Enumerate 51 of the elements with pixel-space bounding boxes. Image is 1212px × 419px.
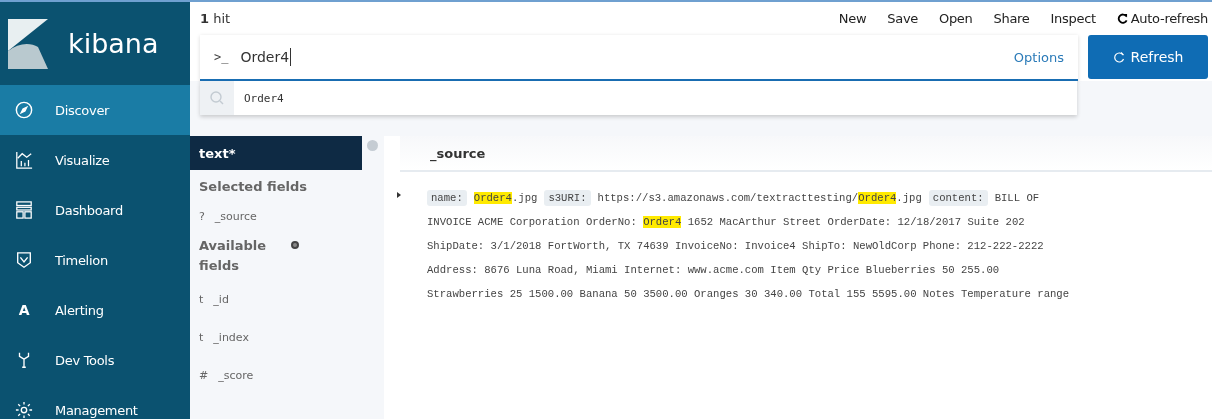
menu-link[interactable]: Save xyxy=(887,11,918,26)
compass-icon xyxy=(15,101,33,119)
index-pattern-header[interactable]: text* xyxy=(190,136,362,170)
menu-link[interactable]: Open xyxy=(939,11,973,26)
field-key: name: xyxy=(427,190,467,206)
nav-item[interactable]: Discover xyxy=(0,85,190,135)
expand-toggle-icon[interactable] xyxy=(397,192,401,198)
field-key: s3URI: xyxy=(544,190,591,206)
nav-item[interactable]: Timelion xyxy=(0,235,190,285)
logo-text: kibana xyxy=(68,28,159,59)
nav-item[interactable]: A Alerting xyxy=(0,285,190,335)
wrench-icon xyxy=(18,352,30,368)
section-heading: Available fields xyxy=(199,237,268,275)
chart-icon xyxy=(16,151,33,169)
prompt-icon: >_ xyxy=(214,50,229,64)
column-header: _source xyxy=(400,136,1212,172)
field-item[interactable]: # _score xyxy=(190,356,362,394)
field-item[interactable]: ? _source xyxy=(190,200,362,232)
source-text: .jpg xyxy=(896,192,922,204)
source-text: Strawberries 25 1500.00 Banana 50 3500.00 Oranges 30 340.00 Total 155 5595.00 Notes Temperature range xyxy=(427,288,1070,300)
source-text: BILL OF xyxy=(994,192,1040,204)
source-text: Address: 8676 Luna Road, Miami Internet: www.acme.com Item Qty Price Blueberries 50 255.00 xyxy=(427,264,1000,276)
highlight-match: Order4 xyxy=(473,192,512,204)
menu-link[interactable]: Inspect xyxy=(1050,11,1096,26)
highlight-match: Order4 xyxy=(858,192,897,204)
source-text: 1652 MacArthur Street OrderDate: 12/18/2017 Suite 202 xyxy=(686,216,1025,228)
refresh-icon xyxy=(1112,51,1125,63)
field-item[interactable]: t _index xyxy=(190,318,362,356)
highlight-match: Order4 xyxy=(643,216,682,228)
options-link[interactable]: Options xyxy=(1013,49,1064,65)
menu-link[interactable]: New xyxy=(838,11,867,26)
search-icon xyxy=(209,90,225,106)
refresh-button[interactable]: Refresh xyxy=(1088,35,1208,79)
nav-item[interactable]: Dev Tools xyxy=(0,335,190,385)
menu-link[interactable]: Share xyxy=(993,11,1030,26)
source-text: ShipDate: 3/1/2018 FortWorth, TX 74639 InvoiceNo: Invoice4 ShipTo: NewOldCorp Phone: 212-222-2222 xyxy=(427,240,1044,252)
nav-item[interactable]: Dashboard xyxy=(0,185,190,235)
letter-icon: A xyxy=(18,302,30,318)
dashboard-icon xyxy=(16,201,32,219)
refresh-icon xyxy=(1116,13,1128,24)
source-text: INVOICE ACME Corporation OrderNo: xyxy=(427,216,638,228)
auto-refresh-link[interactable]: Auto-refresh xyxy=(1116,11,1208,26)
hit-count: 1 hit xyxy=(200,11,231,26)
nav-item[interactable]: Management xyxy=(0,385,190,419)
section-heading: Selected fields xyxy=(198,178,308,196)
logo-icon xyxy=(8,18,48,69)
field-key: content: xyxy=(928,190,988,206)
shield-icon xyxy=(17,252,31,269)
suggestion-item[interactable]: Order4 xyxy=(200,81,1077,115)
nav-item[interactable]: Visualize xyxy=(0,135,190,185)
field-item[interactable]: t _id xyxy=(190,280,362,318)
